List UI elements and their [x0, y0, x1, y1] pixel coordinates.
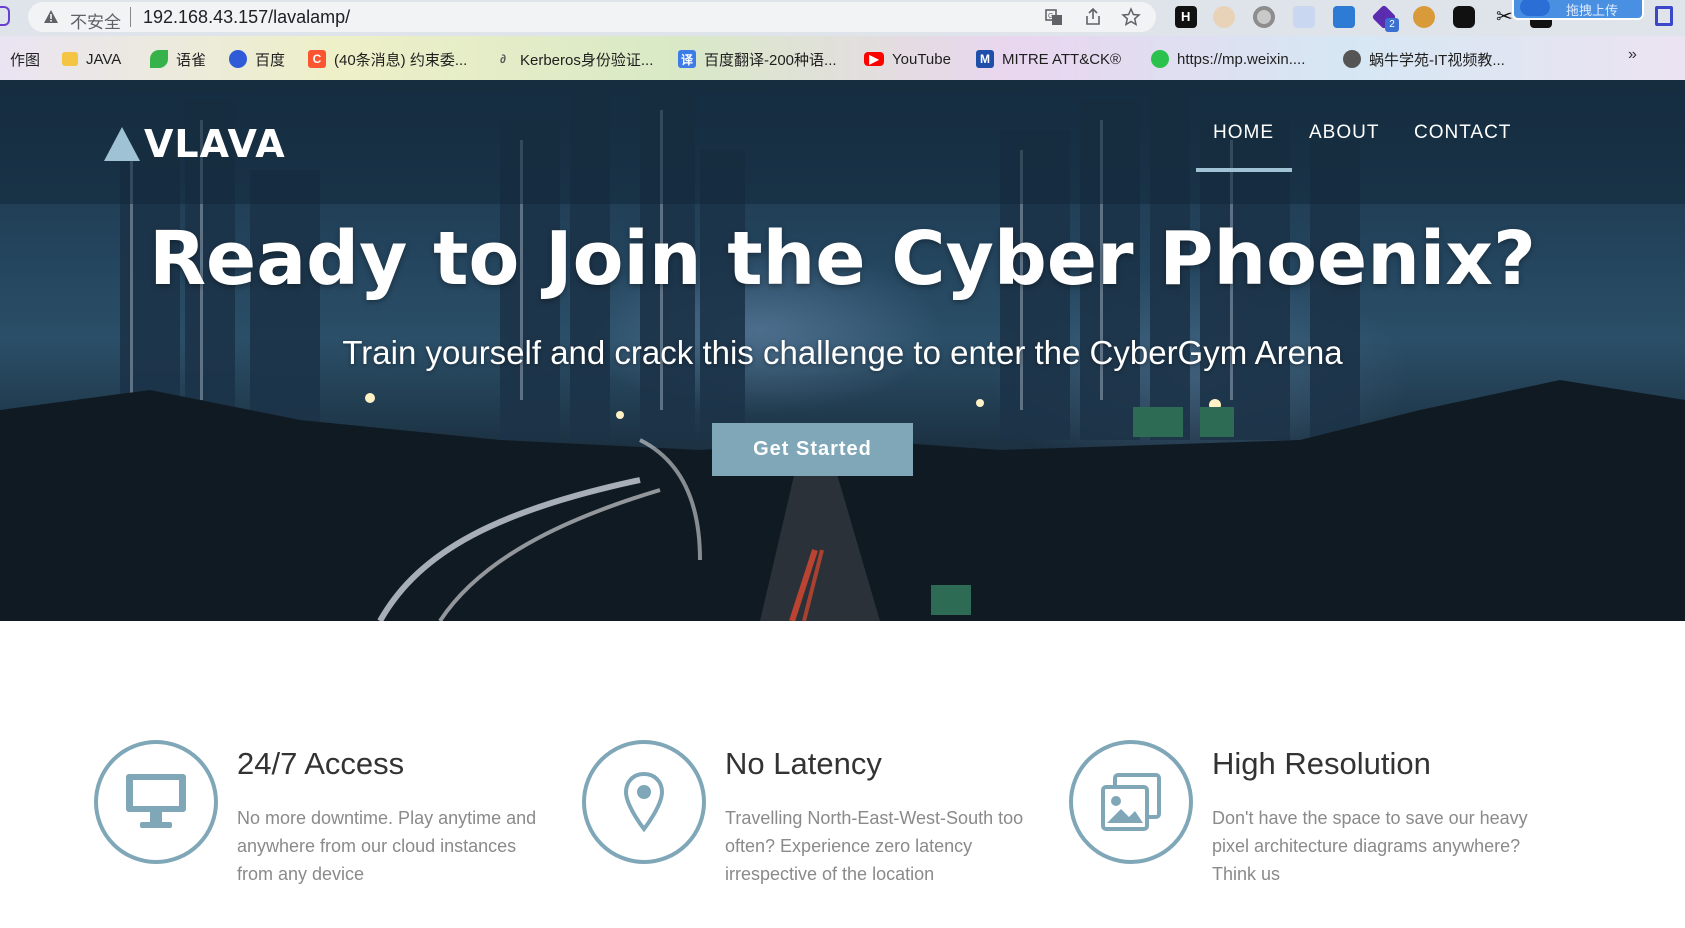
sidebar-toggle-icon[interactable] [1655, 6, 1673, 26]
bookmark-item[interactable]: M MITRE ATT&CK® [976, 48, 1121, 70]
bookmark-label: Kerberos身份验证... [520, 51, 654, 69]
share-icon[interactable] [1083, 7, 1103, 27]
logo-triangle-icon [104, 127, 140, 161]
bookmark-item[interactable]: 作图 [10, 48, 40, 70]
hero-title: Ready to Join the Cyber Phoenix? [149, 216, 1536, 302]
folder-icon [62, 52, 78, 66]
nav-contact[interactable]: CONTACT [1414, 122, 1511, 144]
bookmark-label: 百度翻译-200种语... [704, 51, 837, 69]
mitre-icon: M [976, 50, 994, 68]
nav-about[interactable]: ABOUT [1309, 122, 1379, 144]
images-icon [1101, 773, 1161, 831]
bookmark-label: YouTube [892, 50, 951, 68]
kerberos-icon: ∂ [500, 52, 506, 66]
feature-description: Don't have the space to save our heavy p… [1212, 808, 1528, 884]
feature-card-access: 24/7 Access No more downtime. Play anyti… [94, 740, 554, 900]
divider [130, 7, 131, 27]
bookmark-label: MITRE ATT&CK® [1002, 50, 1122, 68]
warning-icon [44, 10, 58, 23]
feature-description: Travelling North-East-West-South too oft… [725, 808, 1024, 884]
extension-face-icon[interactable] [1213, 6, 1235, 28]
cookie-icon[interactable] [1413, 6, 1435, 28]
bookmark-item[interactable]: 百度 [229, 48, 285, 70]
extension-blue-icon[interactable] [1333, 6, 1355, 28]
browser-toolbar: 不安全 192.168.43.157/lavalamp/ G H 2 ✂ 拖拽上… [0, 0, 1685, 36]
feature-card-resolution: High Resolution Don't have the space to … [1069, 740, 1529, 900]
extension-doc-icon[interactable] [1293, 6, 1315, 28]
nav-active-indicator [1196, 168, 1292, 172]
security-label[interactable]: 不安全 [70, 8, 121, 33]
bookmark-item[interactable]: JAVA [62, 48, 121, 70]
feature-title: 24/7 Access [237, 746, 405, 781]
url-text[interactable]: 192.168.43.157/lavalamp/ [143, 7, 350, 28]
translate-icon[interactable]: G [1044, 7, 1064, 27]
youtube-icon: ▶ [864, 52, 884, 66]
bookmark-label: (40条消息) 约束委... [334, 51, 468, 69]
feature-title: High Resolution [1212, 746, 1431, 781]
upload-label: 拖拽上传 [1566, 3, 1619, 18]
extension-circle-icon[interactable] [1253, 6, 1275, 28]
bookmark-item[interactable]: ∂ Kerberos身份验证... [494, 48, 653, 70]
map-pin-icon [623, 771, 665, 833]
bookmark-item[interactable]: https://mp.weixin.... [1151, 48, 1305, 70]
feature-title: No Latency [725, 746, 882, 781]
bookmark-label: 百度 [255, 51, 286, 69]
address-bar[interactable]: 不安全 192.168.43.157/lavalamp/ G [28, 2, 1156, 32]
bookmark-label: https://mp.weixin.... [1177, 50, 1306, 68]
get-started-button[interactable]: Get Started [712, 423, 913, 476]
site-logo[interactable]: VLAVA [104, 120, 286, 168]
csdn-icon: C [308, 50, 326, 68]
bookmark-item[interactable]: 蜗牛学苑-IT视频教... [1343, 48, 1505, 70]
baidu-translate-icon: 译 [678, 50, 696, 68]
bookmark-item[interactable]: ▶ YouTube [864, 48, 951, 70]
star-icon[interactable] [1121, 7, 1141, 27]
bookmark-label: JAVA [86, 50, 122, 68]
upload-bubble-icon [1520, 0, 1550, 16]
extension-badge: 2 [1385, 18, 1399, 32]
extension-h-icon[interactable]: H [1175, 6, 1197, 28]
feature-icon-circle [1069, 740, 1193, 864]
bookmark-label: 作图 [10, 51, 41, 69]
bookmark-item[interactable]: C (40条消息) 约束委... [308, 48, 467, 70]
feature-description: No more downtime. Play anytime and anywh… [237, 808, 537, 884]
bookmark-item[interactable]: 语雀 [150, 48, 206, 70]
bookmarks-bar: 作图 JAVA 语雀 百度 C (40条消息) 约束委... ∂ Kerbero… [0, 36, 1685, 80]
svg-text:G: G [1048, 13, 1053, 20]
scissors-icon[interactable]: ✂ [1496, 4, 1513, 29]
baidu-icon [229, 50, 247, 68]
logo-text: VLAVA [144, 122, 286, 166]
yuque-icon [150, 50, 168, 68]
upload-extension[interactable]: 拖拽上传 [1512, 0, 1644, 20]
wechat-icon [1151, 50, 1169, 68]
extension-glasses-icon[interactable] [1453, 6, 1475, 28]
monitor-icon [126, 774, 186, 828]
bookmark-item[interactable]: 译 百度翻译-200种语... [678, 48, 837, 70]
hero-subtitle: Train yourself and crack this challenge … [342, 334, 1343, 371]
bookmark-label: 语雀 [176, 51, 207, 69]
feature-icon-circle [582, 740, 706, 864]
bookmarks-overflow-icon[interactable]: » [1628, 46, 1637, 64]
extension-partial-icon[interactable] [0, 6, 10, 26]
nav-home[interactable]: HOME [1213, 122, 1274, 144]
bookmark-label: 蜗牛学苑-IT视频教... [1369, 51, 1505, 69]
snail-icon [1343, 50, 1361, 68]
hero-section: VLAVA HOME ABOUT CONTACT Ready to Join t… [0, 80, 1685, 621]
feature-card-latency: No Latency Travelling North-East-West-So… [582, 740, 1042, 900]
feature-icon-circle [94, 740, 218, 864]
